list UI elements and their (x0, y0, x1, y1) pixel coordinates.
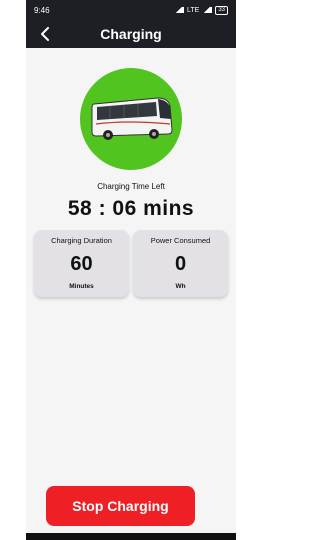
network-label: LTE (186, 6, 200, 14)
power-consumed-card: Power Consumed 0 Wh (133, 230, 228, 297)
card-title: Power Consumed (150, 236, 211, 245)
time-left-label: Charging Time Left (97, 182, 165, 191)
navigation-bar (26, 533, 236, 540)
signal-icon (173, 7, 184, 13)
status-time: 9:46 (34, 5, 50, 15)
signal-icon (202, 7, 213, 13)
app-bar: Charging (26, 20, 236, 48)
chevron-left-icon (41, 27, 49, 41)
card-unit: Minutes (69, 283, 94, 290)
time-left-value: 58 : 06 mins (67, 197, 195, 220)
bus-icon (91, 97, 173, 140)
stop-charging-button[interactable]: Stop Charging (46, 486, 195, 526)
card-value: 0 (174, 253, 187, 275)
card-unit: Wh (175, 283, 186, 290)
phone-screen: 9:46 LTE 33 Charging Charging Time Left … (26, 0, 236, 540)
status-bar: 9:46 LTE 33 (26, 0, 236, 20)
bus-avatar (80, 68, 182, 170)
stats-cards: Charging Duration 60 Minutes Power Consu… (26, 230, 236, 297)
back-button[interactable] (36, 25, 54, 43)
charging-duration-card: Charging Duration 60 Minutes (34, 230, 129, 297)
page-title: Charging (100, 26, 162, 42)
battery-icon: 33 (215, 5, 228, 15)
card-title: Charging Duration (51, 236, 112, 245)
status-icons: LTE 33 (173, 5, 228, 15)
card-value: 60 (70, 253, 93, 275)
